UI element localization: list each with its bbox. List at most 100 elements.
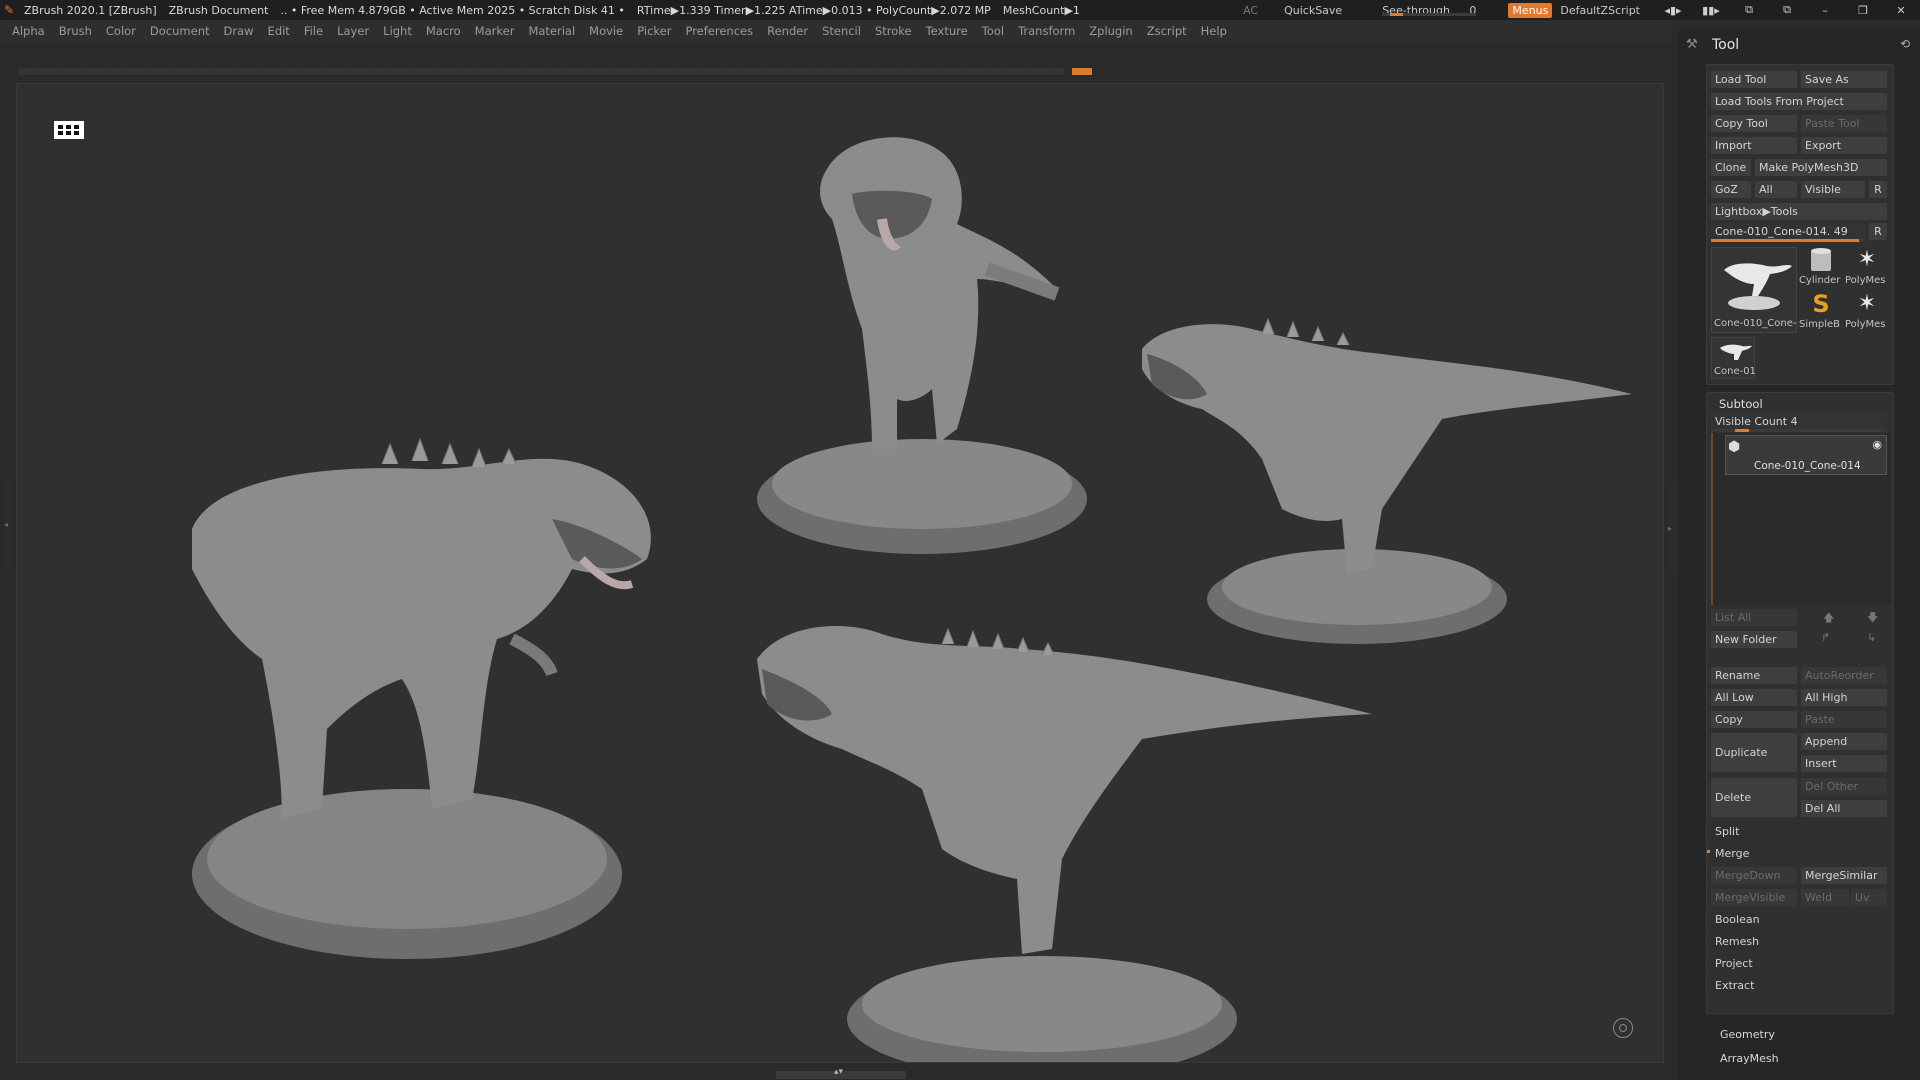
current-tool-r-button[interactable]: R bbox=[1869, 223, 1887, 240]
undock-icon[interactable]: ⧉ bbox=[1738, 3, 1760, 17]
canvas-viewport[interactable] bbox=[16, 83, 1664, 1063]
menu-item-transform[interactable]: Transform bbox=[1018, 24, 1075, 38]
weld-button[interactable]: Weld bbox=[1801, 889, 1849, 906]
merge-section-button[interactable]: Merge bbox=[1711, 845, 1887, 862]
move-up-arrow-icon[interactable]: 🡅 bbox=[1823, 609, 1834, 628]
goz-r-button[interactable]: R bbox=[1869, 181, 1887, 198]
goz-button[interactable]: GoZ bbox=[1711, 181, 1751, 198]
minimize-icon[interactable]: – bbox=[1814, 4, 1836, 17]
menu-item-zplugin[interactable]: Zplugin bbox=[1089, 24, 1132, 38]
project-section-button[interactable]: Project bbox=[1711, 955, 1887, 972]
copy-button[interactable]: Copy bbox=[1711, 711, 1797, 728]
copy-tool-button[interactable]: Copy Tool bbox=[1711, 115, 1797, 132]
all-high-button[interactable]: All High bbox=[1801, 689, 1887, 706]
menu-item-preferences[interactable]: Preferences bbox=[685, 24, 753, 38]
split-section-button[interactable]: Split bbox=[1711, 823, 1887, 840]
right-tray-toggle[interactable]: ▸ bbox=[1668, 484, 1676, 574]
rename-button[interactable]: Rename bbox=[1711, 667, 1797, 684]
menu-item-alpha[interactable]: Alpha bbox=[12, 24, 45, 38]
see-through-slider[interactable]: See-through 0 bbox=[1368, 4, 1490, 17]
subtool-title[interactable]: Subtool bbox=[1719, 397, 1763, 411]
subtool-item[interactable]: ⬢ ◉ Cone-010_Cone-014 bbox=[1725, 435, 1887, 475]
export-button[interactable]: Export bbox=[1801, 137, 1887, 154]
floor-grid-icon[interactable] bbox=[54, 121, 84, 139]
timeline-strip[interactable] bbox=[18, 68, 1092, 75]
tool-thumb-cone[interactable]: Cone-01 bbox=[1711, 337, 1756, 379]
layout-icon[interactable]: ⧉ bbox=[1776, 3, 1798, 17]
menu-item-color[interactable]: Color bbox=[106, 24, 136, 38]
tool-thumb-polymesh-2[interactable]: ✶ PolyMes bbox=[1845, 291, 1889, 333]
tool-thumb-cylinder[interactable]: Cylinder bbox=[1799, 247, 1843, 289]
move-down-arrow-icon[interactable]: 🡇 bbox=[1867, 609, 1878, 628]
tool-thumb-main[interactable]: Cone-010_Cone- bbox=[1711, 247, 1797, 333]
menu-item-tool[interactable]: Tool bbox=[982, 24, 1004, 38]
default-zscript-button[interactable]: DefaultZScript bbox=[1560, 4, 1640, 17]
timeline-marker[interactable] bbox=[1072, 68, 1092, 75]
menu-item-document[interactable]: Document bbox=[150, 24, 210, 38]
remesh-section-button[interactable]: Remesh bbox=[1711, 933, 1887, 950]
quicksave-button[interactable]: QuickSave bbox=[1284, 4, 1342, 17]
menu-item-render[interactable]: Render bbox=[767, 24, 808, 38]
menu-item-draw[interactable]: Draw bbox=[224, 24, 254, 38]
folder-up-arrow-icon[interactable]: ↱ bbox=[1821, 631, 1830, 644]
menu-item-brush[interactable]: Brush bbox=[59, 24, 92, 38]
current-tool-slider[interactable]: Cone-010_Cone-014. 49 bbox=[1711, 223, 1865, 240]
restore-icon[interactable]: ❐ bbox=[1852, 4, 1874, 17]
trex-sculpt-left[interactable] bbox=[152, 409, 672, 969]
menu-item-material[interactable]: Material bbox=[528, 24, 575, 38]
tool-thumb-polymesh-1[interactable]: ✶ PolyMes bbox=[1845, 247, 1889, 289]
menu-item-marker[interactable]: Marker bbox=[475, 24, 515, 38]
append-button[interactable]: Append bbox=[1801, 733, 1887, 750]
palette-layout-icon[interactable]: ◂▮▸ bbox=[1662, 4, 1684, 17]
menu-item-movie[interactable]: Movie bbox=[589, 24, 623, 38]
make-polymesh3d-button[interactable]: Make PolyMesh3D bbox=[1755, 159, 1887, 176]
navigation-gizmo-icon[interactable] bbox=[1613, 1018, 1633, 1038]
goz-visible-button[interactable]: Visible bbox=[1801, 181, 1865, 198]
save-as-button[interactable]: Save As bbox=[1801, 71, 1887, 88]
load-tool-button[interactable]: Load Tool bbox=[1711, 71, 1797, 88]
del-all-button[interactable]: Del All bbox=[1801, 800, 1887, 817]
paste-button[interactable]: Paste bbox=[1801, 711, 1887, 728]
import-button[interactable]: Import bbox=[1711, 137, 1797, 154]
left-tray-toggle[interactable]: ◂ bbox=[4, 480, 12, 570]
palette-layout2-icon[interactable]: ▮▮▸ bbox=[1700, 4, 1722, 17]
visible-count-slider[interactable]: Visible Count 4 bbox=[1711, 413, 1887, 430]
menu-item-layer[interactable]: Layer bbox=[337, 24, 369, 38]
menu-item-help[interactable]: Help bbox=[1201, 24, 1227, 38]
mergedown-button[interactable]: MergeDown bbox=[1711, 867, 1797, 884]
menu-item-stencil[interactable]: Stencil bbox=[822, 24, 861, 38]
bottom-tray-toggle[interactable]: ▴▾ bbox=[776, 1067, 906, 1079]
menus-toggle-button[interactable]: Menus bbox=[1508, 2, 1553, 18]
trex-sculpt-bottom[interactable] bbox=[752, 619, 1382, 1063]
close-icon[interactable]: ✕ bbox=[1890, 4, 1912, 17]
menu-item-texture[interactable]: Texture bbox=[926, 24, 968, 38]
menu-item-light[interactable]: Light bbox=[383, 24, 412, 38]
menu-item-macro[interactable]: Macro bbox=[426, 24, 461, 38]
menu-item-stroke[interactable]: Stroke bbox=[875, 24, 912, 38]
menu-item-edit[interactable]: Edit bbox=[268, 24, 290, 38]
list-all-button[interactable]: List All bbox=[1711, 609, 1797, 626]
autoreorder-button[interactable]: AutoReorder bbox=[1801, 667, 1887, 684]
all-low-button[interactable]: All Low bbox=[1711, 689, 1797, 706]
reset-icon[interactable]: ⟲ bbox=[1900, 37, 1910, 51]
del-other-button[interactable]: Del Other bbox=[1801, 778, 1887, 795]
paste-tool-button[interactable]: Paste Tool bbox=[1801, 115, 1887, 132]
tool-thumb-simplebrush[interactable]: S SimpleB bbox=[1799, 291, 1843, 333]
clone-button[interactable]: Clone bbox=[1711, 159, 1751, 176]
delete-button[interactable]: Delete bbox=[1711, 778, 1797, 817]
duplicate-button[interactable]: Duplicate bbox=[1711, 733, 1797, 772]
trex-sculpt-side[interactable] bbox=[1132, 309, 1642, 649]
lightbox-tools-button[interactable]: Lightbox▶Tools bbox=[1711, 203, 1887, 220]
geometry-subpalette[interactable]: Geometry bbox=[1720, 1028, 1775, 1041]
extract-section-button[interactable]: Extract bbox=[1711, 977, 1887, 994]
folder-down-arrow-icon[interactable]: ↳ bbox=[1867, 631, 1876, 644]
insert-button[interactable]: Insert bbox=[1801, 755, 1887, 772]
arraymesh-subpalette[interactable]: ArrayMesh bbox=[1720, 1052, 1779, 1065]
trex-sculpt-front[interactable] bbox=[757, 129, 1097, 559]
new-folder-button[interactable]: New Folder bbox=[1711, 631, 1797, 648]
menu-item-file[interactable]: File bbox=[304, 24, 323, 38]
boolean-section-button[interactable]: Boolean bbox=[1711, 911, 1887, 928]
uv-button[interactable]: Uv bbox=[1851, 889, 1887, 906]
mergevisible-button[interactable]: MergeVisible bbox=[1711, 889, 1797, 906]
tool-palette-header[interactable]: ⚒ Tool ⟲ bbox=[1678, 34, 1920, 58]
